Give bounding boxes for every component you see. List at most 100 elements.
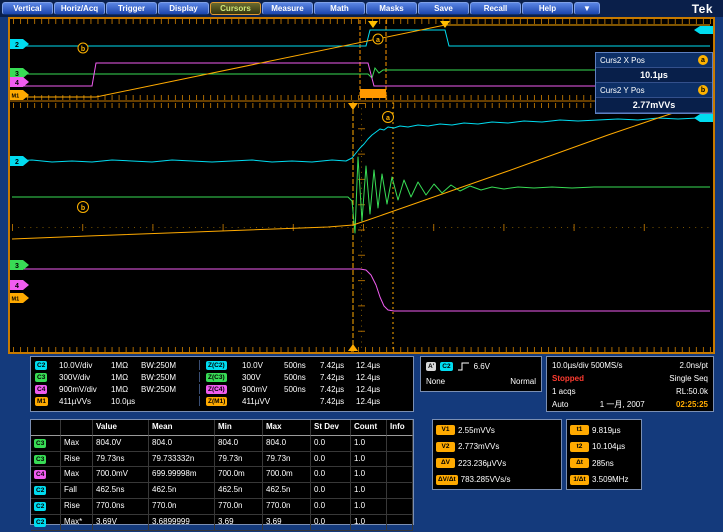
meas-row-2-stdev: 0.0	[311, 467, 351, 483]
menu-trigger[interactable]: Trigger	[106, 2, 157, 15]
menu-masks[interactable]: Masks	[366, 2, 417, 15]
meas-row-2-name[interactable]: Max	[61, 467, 93, 483]
menu-cursors[interactable]: Cursors	[210, 2, 261, 15]
meas-row-3-ch: C2	[31, 483, 61, 499]
z-c3-scale: 300V	[242, 373, 284, 382]
ch3-ref-label-main: 3	[15, 263, 19, 270]
trigger-source-badge[interactable]: C2	[440, 362, 452, 371]
ch3-ref-label: 3	[15, 71, 19, 78]
menu-measure[interactable]: Measure	[262, 2, 313, 15]
cursor-time-box: t19.819µs t210.104µs Δt285ns 1/Δt3.509MH…	[566, 419, 642, 490]
trigger-level-value[interactable]: 6.6V	[474, 362, 490, 371]
z-c3-timebase: 500ns	[284, 373, 320, 382]
c2-badge[interactable]: C2	[35, 361, 47, 370]
meas-row-3-value: 462.5ns	[93, 483, 149, 499]
t2-value: 10.104µs	[592, 442, 625, 451]
horizontal-readout-box: 10.0µs/div 500MS/s 2.0ns/pt Stopped Sing…	[546, 356, 714, 412]
m1-badge[interactable]: M1	[35, 397, 48, 406]
c2-impedance: 1MΩ	[111, 361, 141, 370]
menu-bar: Vertical Horiz/Acq Trigger Display Curso…	[0, 0, 723, 17]
cursor-readout-panel: Curs2 X Pos a 10.1µs Curs2 Y Pos b 2.77m…	[595, 52, 713, 114]
horiz-scale[interactable]: 10.0µs/div	[552, 361, 589, 370]
meas-row-0-info	[387, 436, 413, 452]
ch2-ref-label: 2	[15, 42, 19, 49]
acq-status: Stopped	[552, 374, 584, 383]
meas-row-3-max: 462.5n	[263, 483, 311, 499]
col-header-stdev: St Dev	[311, 420, 351, 436]
meas-row-2-max: 700.0m	[263, 467, 311, 483]
meas-row-3-stdev: 0.0	[311, 483, 351, 499]
ch4-ref-label-main: 4	[15, 283, 19, 290]
meas-row-2-info	[387, 467, 413, 483]
meas-row-3-min: 462.5n	[215, 483, 263, 499]
cursor-a-badge-icon: a	[698, 55, 708, 65]
v1-value: 2.55mVVs	[458, 426, 495, 435]
meas-row-1-value: 79.73ns	[93, 452, 149, 468]
trigger-readout-box: A' C2 6.6V None Normal	[420, 356, 542, 392]
z-c2-badge[interactable]: Z(C2)	[206, 361, 227, 370]
waveform-display[interactable]: b a a b 2 3	[8, 17, 715, 354]
cursor-voltage-box: V12.55mVVs V22.773mVVs ΔV223.236µVVs ΔV/…	[432, 419, 562, 490]
meas-row-5-name[interactable]: Max*	[61, 515, 93, 531]
meas-row-3-info	[387, 483, 413, 499]
col-header-mean: Mean	[149, 420, 215, 436]
ch2-ref-label-main: 2	[15, 159, 19, 166]
z-c2-end: 12.4µs	[356, 361, 392, 370]
menu-save[interactable]: Save	[418, 2, 469, 15]
meas-row-4-mean: 770.0n	[149, 499, 215, 515]
meas-row-0-min: 804.0	[215, 436, 263, 452]
menu-help[interactable]: Help	[522, 2, 573, 15]
curs2-y-pos-label: Curs2 Y Pos	[600, 86, 645, 95]
menu-dropdown-icon[interactable]: ▼	[574, 2, 600, 15]
trigger-a-badge: A'	[426, 362, 436, 371]
readout-row-c4: C4 900mV/div 1MΩ BW:250M Z(C4) 900mV 500…	[35, 383, 409, 395]
meas-row-1-name[interactable]: Rise	[61, 452, 93, 468]
cursor-b-badge-icon: b	[698, 85, 708, 95]
time-display: 02:25:25	[676, 400, 708, 409]
meas-row-4-name[interactable]: Rise	[61, 499, 93, 515]
v1-badge: V1	[436, 425, 455, 435]
meas-row-0-name[interactable]: Max	[61, 436, 93, 452]
menu-display[interactable]: Display	[158, 2, 209, 15]
z-m1-end: 12.4µs	[356, 397, 392, 406]
menu-recall[interactable]: Recall	[470, 2, 521, 15]
z-c4-badge[interactable]: Z(C4)	[206, 385, 227, 394]
c4-badge[interactable]: C4	[35, 385, 47, 394]
v2-value: 2.773mVVs	[458, 442, 499, 451]
curs2-x-pos-value[interactable]: 10.1µs	[596, 67, 712, 83]
zoom-window-highlight[interactable]	[360, 89, 386, 98]
t1-badge: t1	[570, 425, 589, 435]
z-c3-badge[interactable]: Z(C3)	[206, 373, 227, 382]
meas-row-5-value: 3.69V	[93, 515, 149, 531]
col-header-info: Info	[387, 420, 413, 436]
c4-bandwidth: BW:250M	[141, 385, 197, 394]
dv-dt-badge: ΔV/Δt	[436, 475, 458, 485]
meas-row-0-value: 804.0V	[93, 436, 149, 452]
meas-row-5-mean: 3.6899999	[149, 515, 215, 531]
trigger-mode-left: None	[426, 377, 445, 386]
m1-scale: 411µVVs	[59, 397, 111, 406]
acq-mode: Single Seq	[669, 374, 708, 383]
date-display: 1 一月, 2007	[600, 399, 645, 410]
z-c4-scale: 900mV	[242, 385, 284, 394]
meas-row-5-min: 3.69	[215, 515, 263, 531]
menu-math[interactable]: Math	[314, 2, 365, 15]
tek-logo: Tek	[692, 2, 713, 16]
meas-row-3-name[interactable]: Fall	[61, 483, 93, 499]
meas-row-4-ch: C2	[31, 499, 61, 515]
meas-row-0-max: 804.0	[263, 436, 311, 452]
menu-horiz-acq[interactable]: Horiz/Acq	[54, 2, 105, 15]
meas-row-4-stdev: 0.0	[311, 499, 351, 515]
inv-dt-value: 3.509MHz	[592, 475, 628, 484]
c3-badge[interactable]: C3	[35, 373, 47, 382]
dv-value: 223.236µVVs	[458, 459, 506, 468]
z-m1-badge[interactable]: Z(M1)	[206, 397, 227, 406]
c2-bandwidth: BW:250M	[141, 361, 197, 370]
curs2-y-pos-value[interactable]: 2.77mVVs	[596, 97, 712, 113]
col-header-value: Value	[93, 420, 149, 436]
trigger-auto-mode: Auto	[552, 400, 568, 409]
inv-dt-badge: 1/Δt	[570, 475, 589, 485]
menu-vertical[interactable]: Vertical	[2, 2, 53, 15]
meas-row-0-mean: 804.0	[149, 436, 215, 452]
z-c4-timebase: 500ns	[284, 385, 320, 394]
